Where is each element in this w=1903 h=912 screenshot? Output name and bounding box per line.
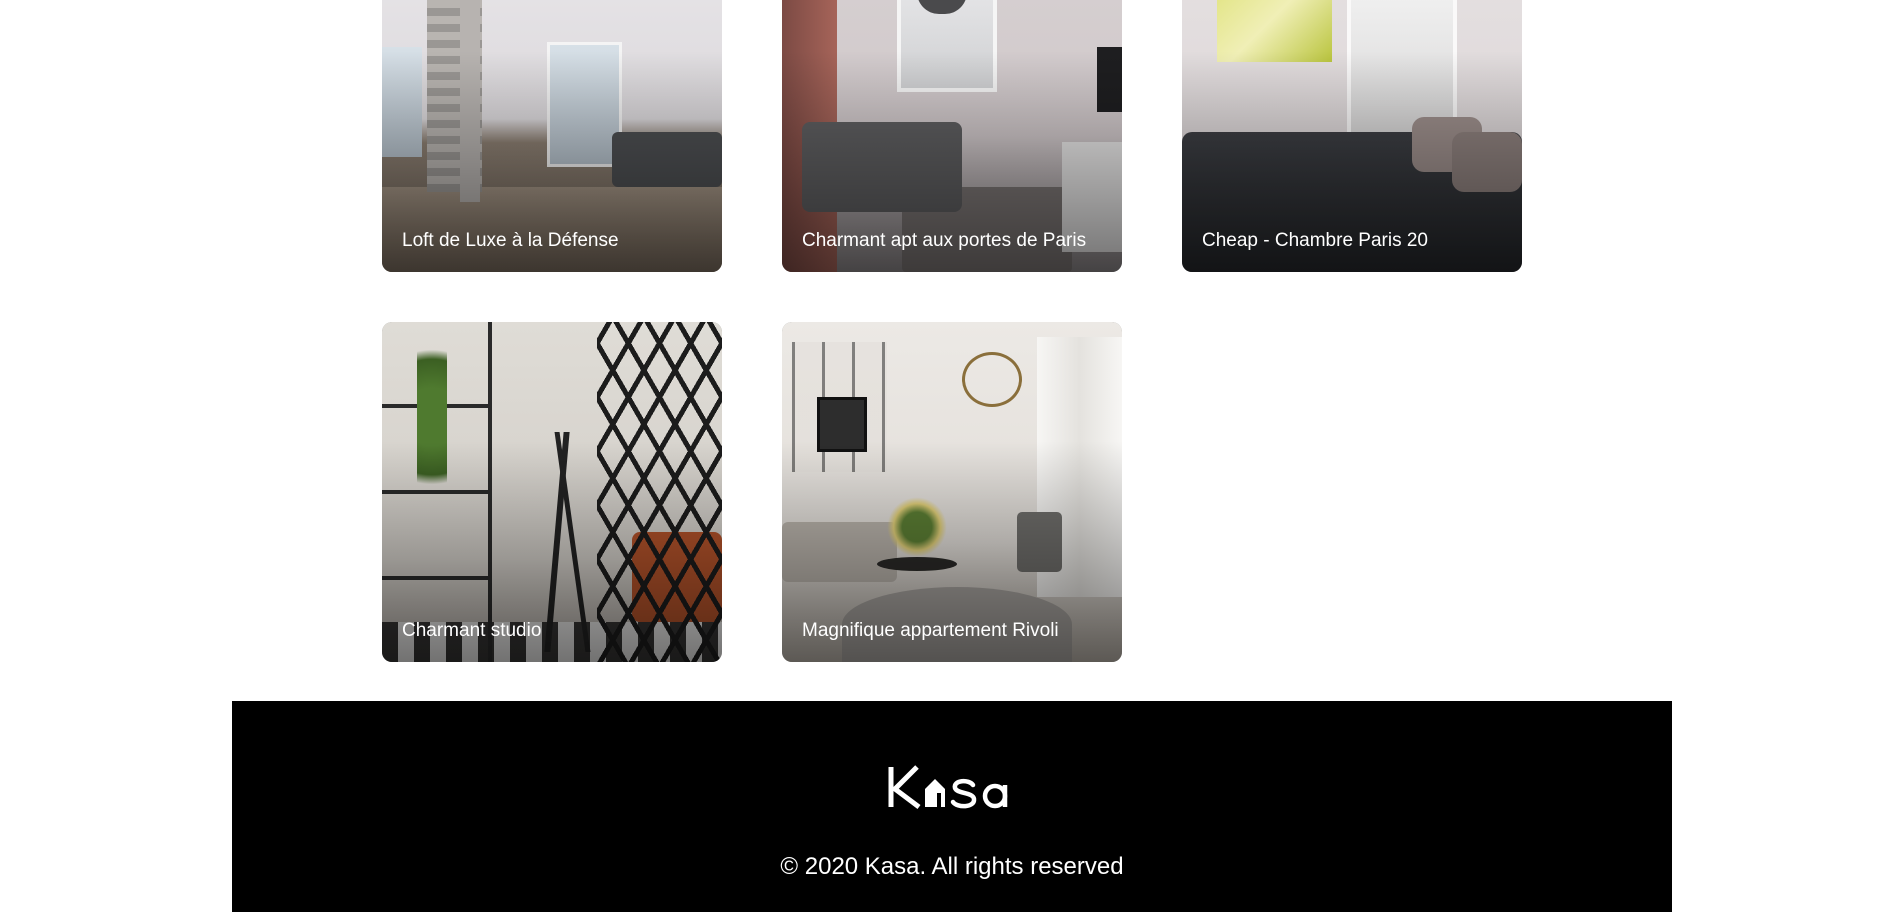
footer-logo: Kasa xyxy=(232,763,1672,813)
property-card-rivoli[interactable]: Magnifique appartement Rivoli xyxy=(782,322,1122,662)
property-title: Charmant apt aux portes de Paris xyxy=(802,230,1087,251)
kasa-logo-icon xyxy=(888,765,1008,809)
site-footer: Kasa © 2020 Kasa. All rights reserved xyxy=(232,701,1672,912)
property-title: Loft de Luxe à la Défense xyxy=(402,230,619,251)
property-card-loft-defense[interactable]: Loft de Luxe à la Défense xyxy=(382,0,722,272)
property-title: Cheap - Chambre Paris 20 xyxy=(1202,230,1428,251)
property-card-charmant-apt[interactable]: Charmant apt aux portes de Paris xyxy=(782,0,1122,272)
property-card-cheap-chambre[interactable]: Cheap - Chambre Paris 20 xyxy=(1182,0,1522,272)
page: Loft de Luxe à la Défense Charmant apt a… xyxy=(0,0,1903,912)
property-card-charmant-studio[interactable]: Charmant studio xyxy=(382,322,722,662)
property-title: Magnifique appartement Rivoli xyxy=(802,620,1059,641)
property-title: Charmant studio xyxy=(402,620,542,641)
footer-copyright: © 2020 Kasa. All rights reserved xyxy=(780,853,1124,880)
